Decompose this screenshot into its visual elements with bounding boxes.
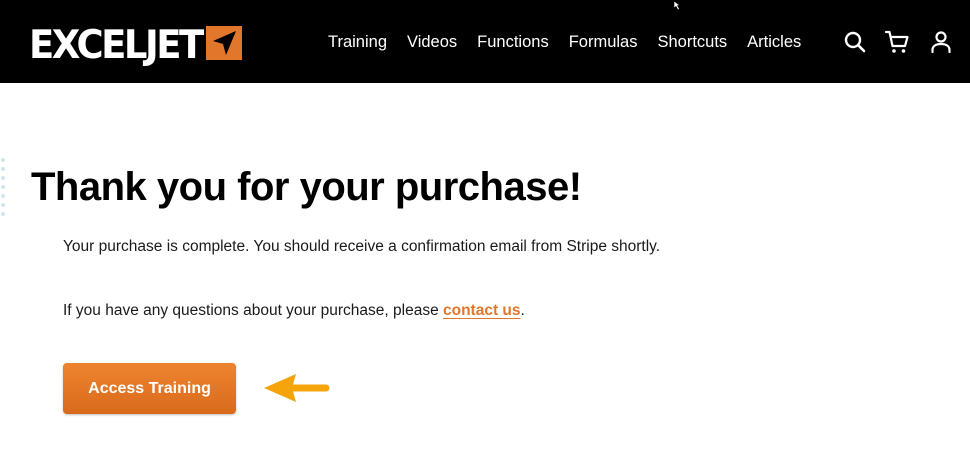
logo-text: EXCELJET xyxy=(29,21,204,68)
questions-text-suffix: . xyxy=(520,302,525,319)
questions-text-prefix: If you have any questions about your pur… xyxy=(63,302,443,319)
page-title: Thank you for your purchase! xyxy=(31,165,582,209)
user-icon[interactable] xyxy=(928,29,954,55)
left-arrow-icon xyxy=(262,372,332,404)
nav-item-articles[interactable]: Articles xyxy=(737,32,811,52)
nav-item-videos[interactable]: Videos xyxy=(397,32,467,52)
nav-item-formulas[interactable]: Formulas xyxy=(559,32,648,52)
main-nav: Training Videos Functions Formulas Short… xyxy=(318,0,811,83)
search-icon[interactable] xyxy=(842,29,868,55)
contact-us-link[interactable]: contact us xyxy=(443,302,521,319)
exceljet-logo[interactable]: EXCELJET xyxy=(29,21,242,68)
access-training-button[interactable]: Access Training xyxy=(63,363,236,414)
logo-arrow-icon xyxy=(205,26,242,60)
confirmation-text: Your purchase is complete. You should re… xyxy=(63,238,661,255)
nav-item-functions[interactable]: Functions xyxy=(467,32,559,52)
nav-item-shortcuts[interactable]: Shortcuts xyxy=(647,32,737,52)
mouse-cursor-icon xyxy=(672,0,684,11)
cart-icon[interactable] xyxy=(884,29,910,55)
nav-item-training[interactable]: Training xyxy=(318,32,397,52)
questions-text: If you have any questions about your pur… xyxy=(63,301,525,321)
site-header: EXCELJET Training Videos Functions Formu… xyxy=(0,0,970,83)
decorative-dots xyxy=(1,158,5,216)
